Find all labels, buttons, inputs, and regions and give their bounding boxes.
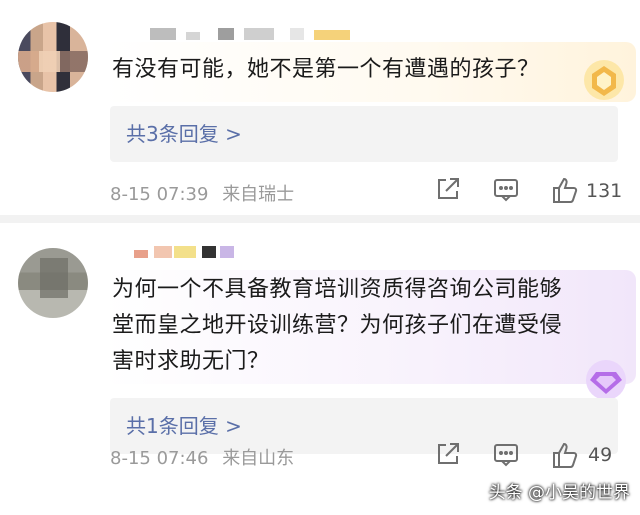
avatar[interactable] (18, 248, 88, 318)
comment-date: 8-15 07:46 (110, 448, 209, 469)
comment-item-1: 有没有可能，她不是第一个有遭遇的孩子？ 共3条回复 > 8-15 07:39 来… (0, 0, 640, 215)
comment-date: 8-15 07:39 (110, 184, 209, 205)
comment-source: 来自山东 (222, 448, 295, 469)
like-icon[interactable] (550, 440, 580, 470)
comment-meta: 8-15 07:39 来自瑞士 (110, 180, 294, 206)
comment-icon[interactable] (492, 175, 520, 203)
watermark: 头条 @小吴的世界 (488, 483, 630, 503)
comment-meta: 8-15 07:46 来自山东 (110, 444, 294, 470)
share-icon[interactable] (434, 440, 462, 468)
like-count: 49 (588, 444, 613, 466)
comment-divider (0, 215, 640, 223)
share-icon[interactable] (434, 175, 462, 203)
view-replies-link[interactable]: 共3条回复 > (110, 106, 618, 162)
comment-source: 来自瑞士 (222, 184, 295, 205)
purple-badge-icon (586, 360, 626, 400)
comment-item-2: 为何一个不具备教育培训资质得咨询公司能够堂而皇之地开设训练营？为何孩子们在遭受侵… (0, 232, 640, 515)
comment-text: 有没有可能，她不是第一个有遭遇的孩子？ (112, 57, 540, 82)
like-icon[interactable] (550, 175, 580, 205)
like-count: 131 (586, 180, 623, 202)
gold-badge-icon (584, 60, 624, 100)
comment-icon[interactable] (492, 440, 520, 468)
avatar[interactable] (18, 22, 88, 92)
comment-text: 为何一个不具备教育培训资质得咨询公司能够堂而皇之地开设训练营？为何孩子们在遭受侵… (112, 277, 563, 374)
